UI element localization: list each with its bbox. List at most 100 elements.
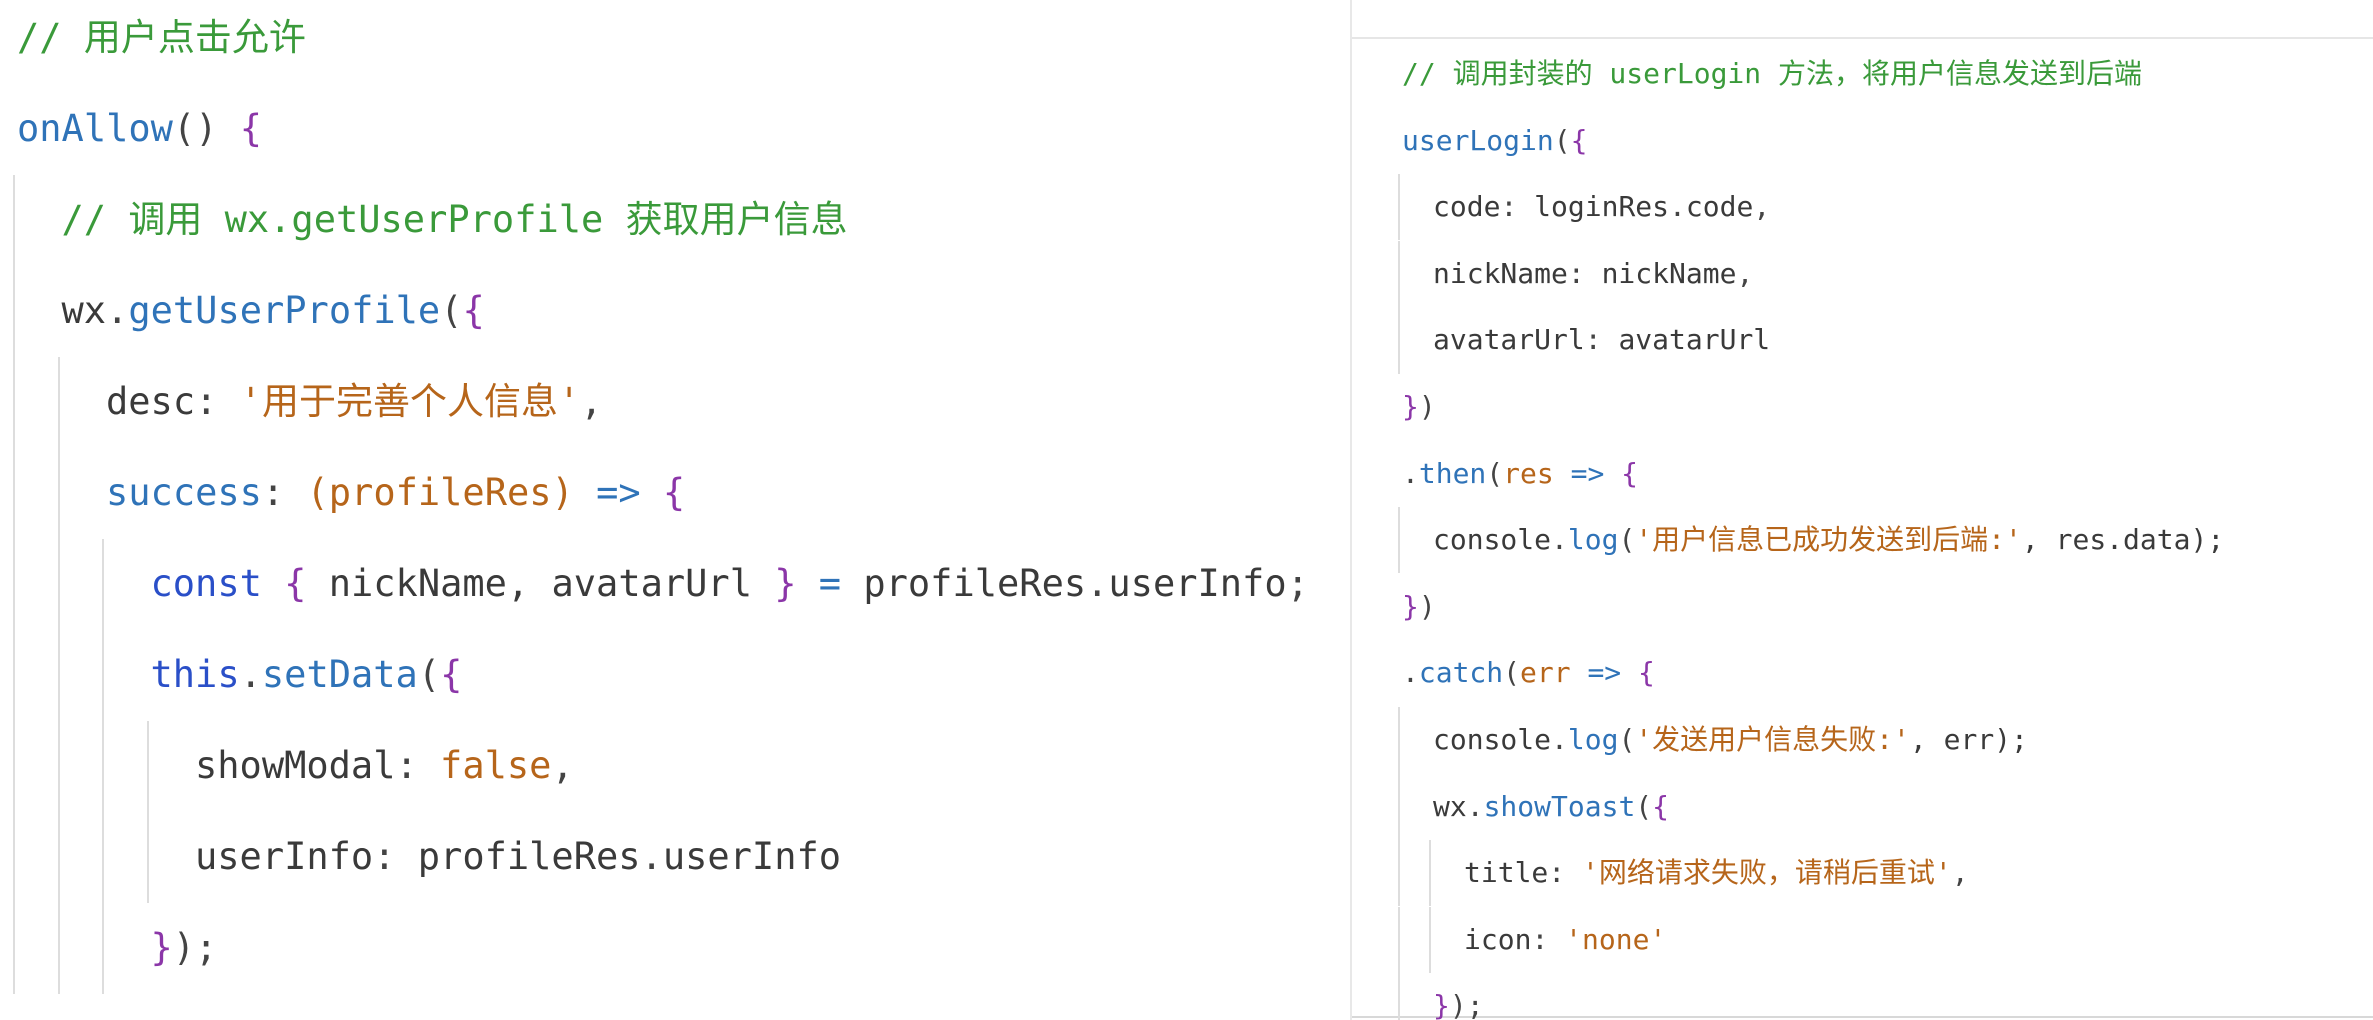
code-token: }: [1433, 989, 1450, 1020]
code-token: showToast: [1483, 789, 1636, 823]
code-token: :: [373, 835, 418, 878]
indent-guide: [13, 538, 15, 630]
indent-guide: [13, 720, 15, 812]
right-code-line: .catch(err => {: [1402, 653, 1655, 693]
indent-guide: [102, 538, 104, 630]
code-token: loginRes: [1534, 190, 1670, 224]
code-token: );: [172, 926, 218, 969]
code-token: =: [796, 562, 864, 605]
indent-guide: [102, 902, 104, 994]
code-token: '网络请求失败，请稍后重试': [1582, 856, 1952, 890]
indent-guide: [13, 629, 15, 721]
code-token: code: [1433, 190, 1501, 224]
code-token: {: [1621, 456, 1639, 490]
code-token: .: [1402, 656, 1419, 690]
code-token: // 调用封装的 userLogin 方法，将用户信息发送到后端: [1402, 57, 2143, 90]
indent-guide: [102, 629, 104, 721]
left-code-panel: // 用户点击允许 onAllow() {// 调用 wx.getUserProf…: [0, 0, 1345, 1020]
code-token: .: [106, 289, 129, 332]
code-token: (: [1503, 656, 1521, 690]
code-token: }: [150, 926, 173, 969]
code-token: // 调用 wx.getUserProfile 获取用户信息: [61, 198, 848, 241]
code-token: (: [417, 653, 441, 696]
right-code-panel: // 调用封装的 userLogin 方法，将用户信息发送到后端 userLogi…: [1350, 0, 2373, 1020]
indent-guide: [1398, 506, 1400, 574]
code-token: wx: [1433, 789, 1467, 823]
code-token: }: [1402, 589, 1419, 623]
code-token: {: [462, 289, 485, 332]
code-token: :: [1567, 256, 1602, 290]
code-token: .: [640, 835, 663, 878]
code-token: res: [1503, 456, 1554, 490]
code-token: nickName: [1433, 256, 1568, 290]
right-code-line: console.log('用户信息已成功发送到后端:', res.data);: [1433, 520, 2224, 560]
code-token: '用于完善个人信息': [239, 380, 581, 423]
right-code-line: icon: 'none': [1464, 920, 1666, 960]
code-token: .: [1402, 456, 1419, 490]
indent-guide: [1398, 773, 1400, 840]
code-token: :: [1531, 922, 1566, 956]
code-token: avatarUrl: [1433, 323, 1585, 357]
panel-top-divider: [1352, 37, 2373, 39]
indent-guide: [102, 720, 104, 812]
code-token: catch: [1418, 656, 1504, 690]
code-token: console: [1433, 523, 1552, 557]
code-token: (: [440, 289, 463, 332]
code-token: success: [106, 471, 262, 514]
code-token: ,: [580, 380, 603, 423]
indent-guide: [1398, 240, 1400, 308]
code-token: }: [1402, 390, 1419, 423]
indent-guide: [1398, 173, 1400, 241]
code-token: =>: [1553, 456, 1622, 490]
code-token: this: [150, 653, 240, 696]
code-token: (profileRes): [306, 471, 574, 514]
indent-guide: [13, 174, 15, 266]
code-token: false: [440, 744, 552, 787]
code-token: userLogin: [1402, 123, 1554, 157]
code-token: {: [239, 107, 263, 150]
code-token: showModal: [195, 744, 396, 787]
indent-guide: [1398, 839, 1400, 907]
panel-bottom-divider: [1352, 1016, 2373, 1018]
left-code-line: onAllow() {: [17, 104, 262, 154]
indent-guide: [57, 538, 60, 630]
code-token: err: [1520, 656, 1571, 690]
code-token: ,: [1736, 256, 1754, 290]
code-token: then: [1418, 456, 1487, 490]
code-token: profileRes: [417, 835, 641, 878]
code-token: , res.data);: [2021, 523, 2225, 557]
code-token: }: [774, 562, 797, 605]
indent-guide: [1398, 307, 1400, 374]
code-token: ): [1418, 589, 1436, 623]
left-code-line: });: [151, 923, 218, 973]
code-token: .: [239, 653, 262, 696]
indent-guide: [57, 902, 60, 994]
right-code-line: wx.showToast({: [1433, 787, 1669, 827]
left-code-line: desc: '用于完善个人信息',: [106, 377, 603, 427]
code-token: :: [1500, 190, 1535, 224]
code-token: onAllow: [17, 107, 173, 150]
left-code-line: wx.getUserProfile({: [62, 286, 485, 336]
right-code-line: }): [1402, 387, 1436, 427]
code-token: {: [1638, 656, 1655, 690]
code-token: setData: [261, 653, 418, 696]
code-token: log: [1567, 723, 1619, 756]
indent-guide: [1398, 906, 1400, 974]
code-token: ): [1418, 390, 1436, 423]
code-token: userInfo: [662, 835, 842, 878]
right-code-line: console.log('发送用户信息失败:', err);: [1433, 720, 2028, 760]
code-token: .: [1086, 562, 1109, 605]
indent-guide: [13, 265, 15, 357]
code-token: '发送用户信息失败:': [1635, 723, 1910, 756]
indent-guide: [57, 447, 60, 539]
indent-guide: [13, 447, 15, 539]
code-token: (: [1618, 723, 1636, 756]
code-token: icon: [1464, 922, 1532, 956]
indent-guide: [57, 629, 60, 721]
code-token: getUserProfile: [128, 289, 441, 332]
code-token: (: [1618, 523, 1636, 557]
code-token: , err);: [1909, 723, 2028, 756]
code-token: ,: [1951, 856, 1969, 890]
code-token: {: [1570, 123, 1588, 157]
